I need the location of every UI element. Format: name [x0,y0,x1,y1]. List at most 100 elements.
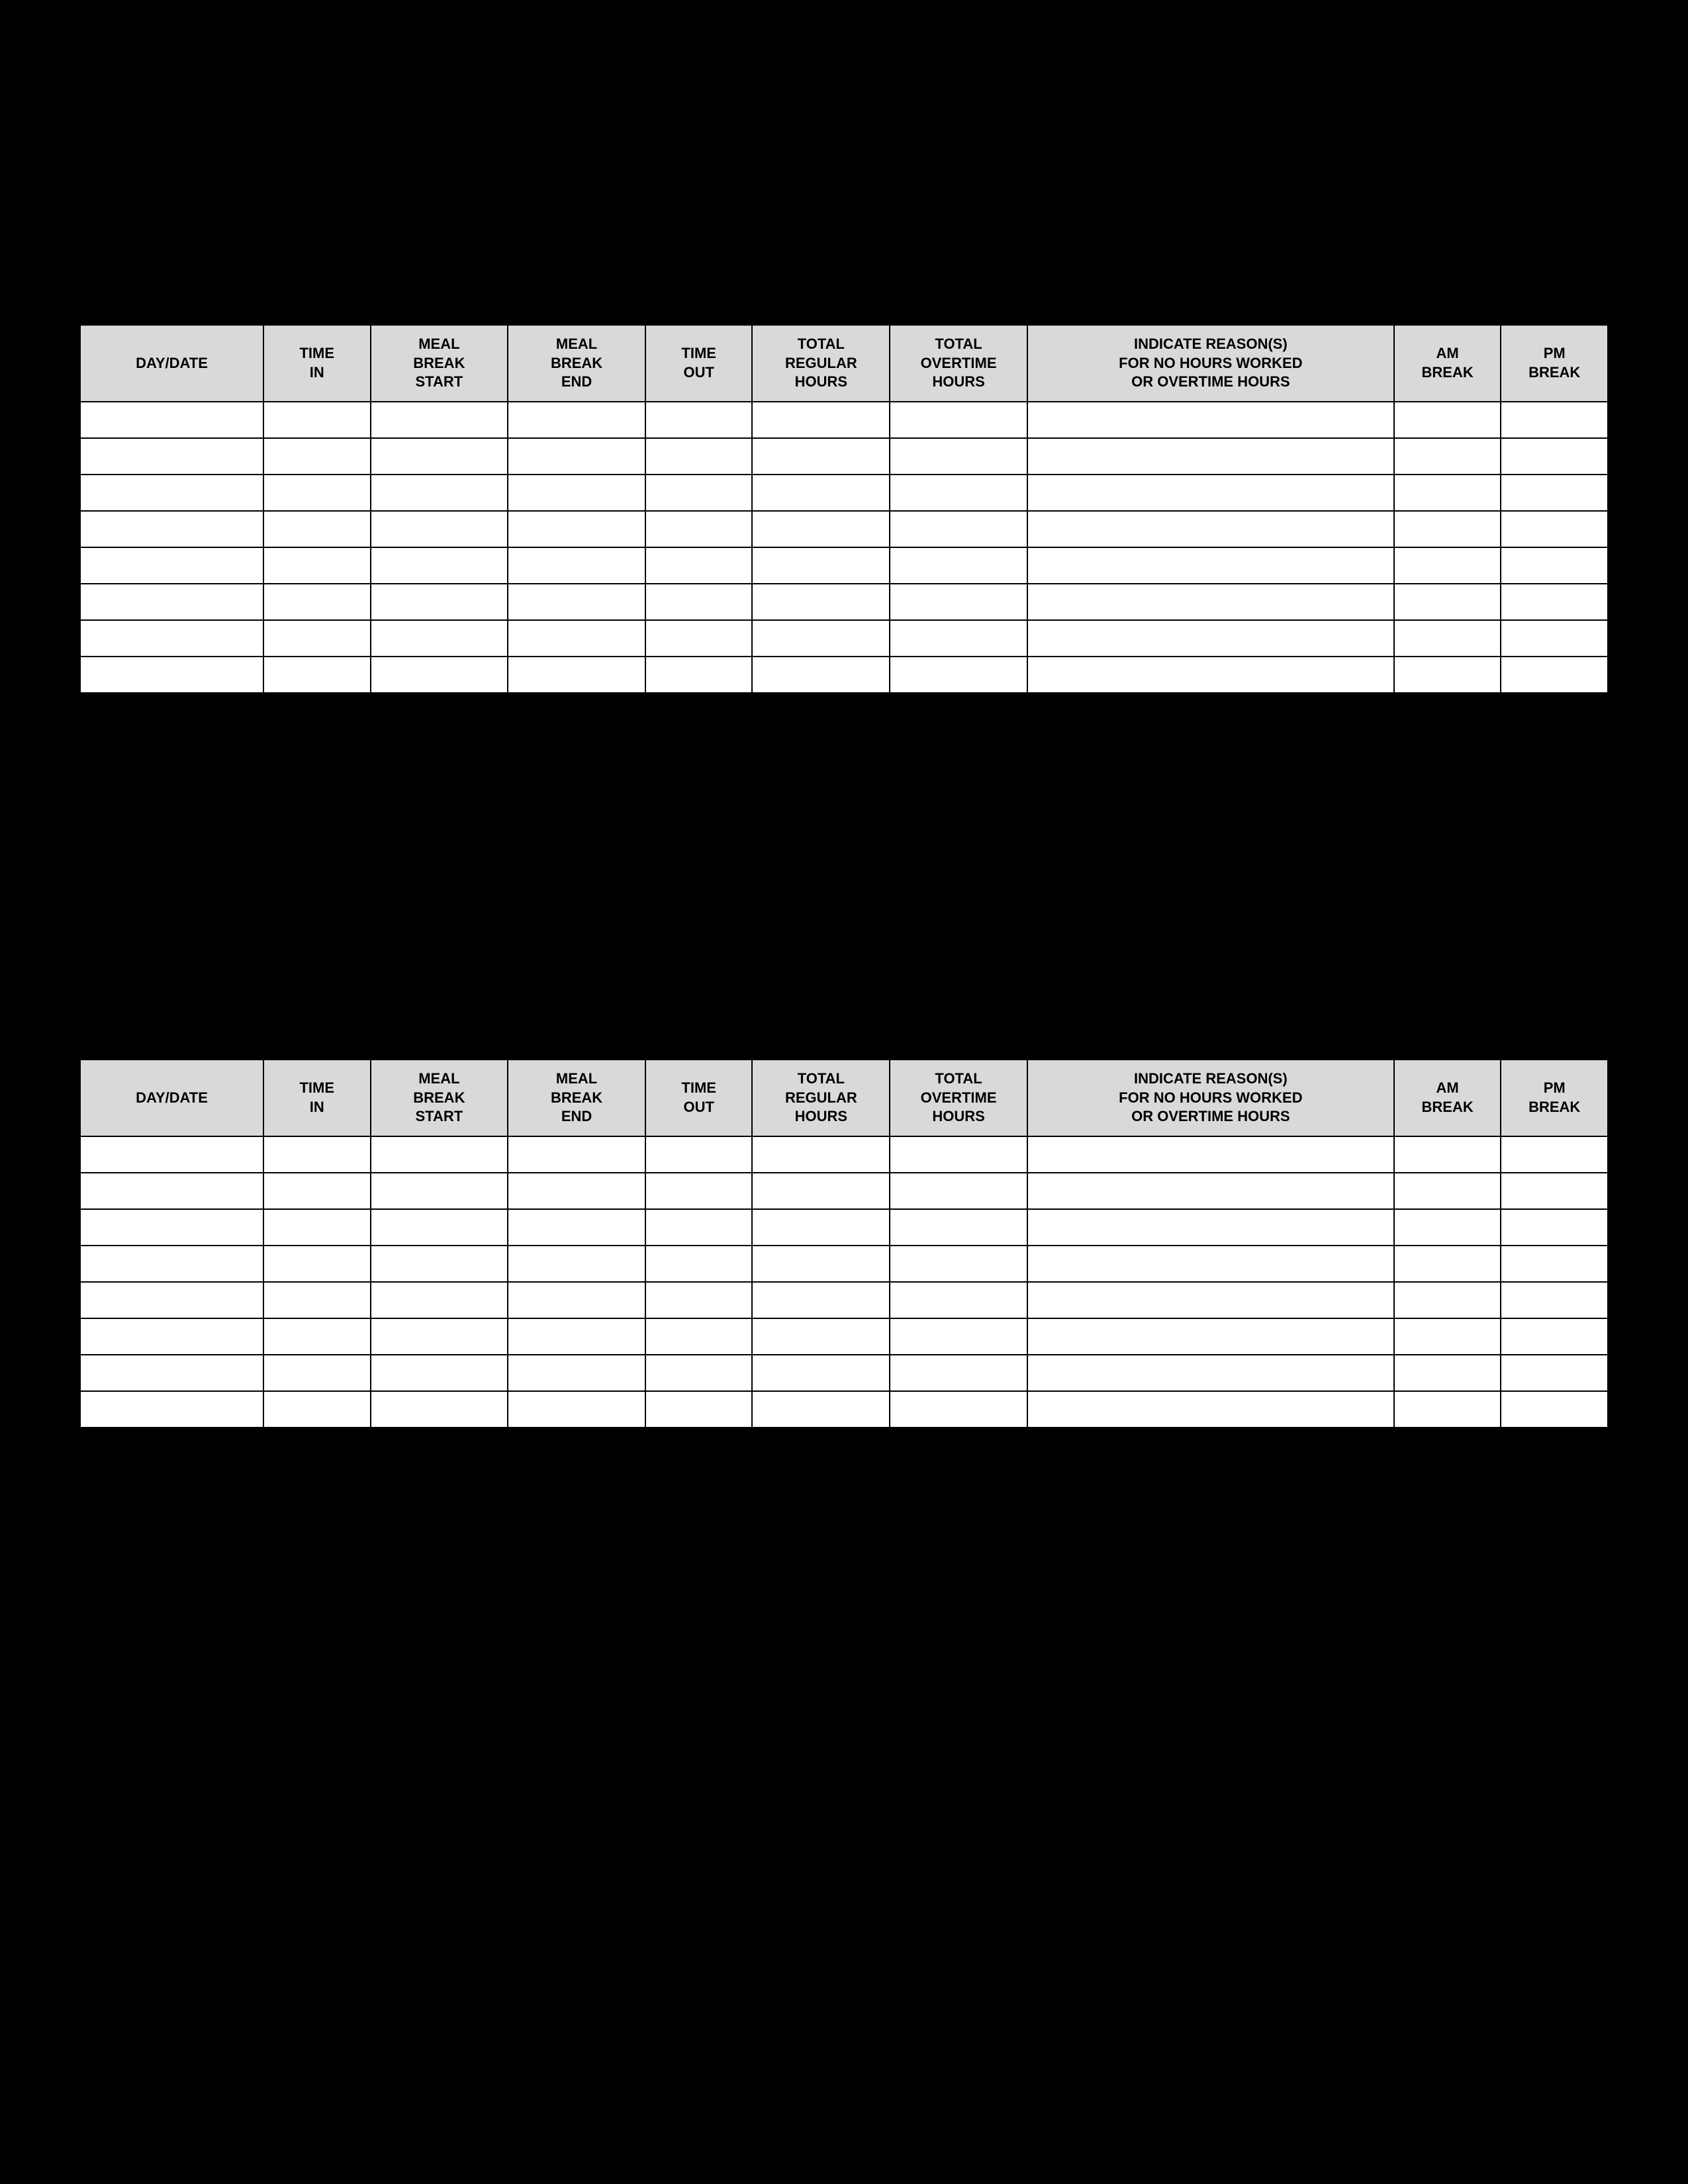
cell-pmbreak[interactable] [1501,511,1608,547]
cell-mealend[interactable] [508,1282,645,1318]
cell-pmbreak[interactable] [1501,1136,1608,1173]
cell-pmbreak[interactable] [1501,584,1608,620]
cell-ambreak[interactable] [1394,584,1501,620]
cell-reason[interactable] [1027,1391,1394,1428]
cell-reason[interactable] [1027,1282,1394,1318]
cell-mealstart[interactable] [371,402,508,438]
cell-daydate[interactable] [80,438,263,475]
cell-timeout[interactable] [645,511,753,547]
cell-ambreak[interactable] [1394,1355,1501,1391]
cell-reason[interactable] [1027,584,1394,620]
cell-daydate[interactable] [80,1318,263,1355]
cell-timeout[interactable] [645,1282,753,1318]
cell-timein[interactable] [263,511,371,547]
cell-mealstart[interactable] [371,1209,508,1246]
cell-timeout[interactable] [645,438,753,475]
cell-mealend[interactable] [508,438,645,475]
cell-mealend[interactable] [508,1318,645,1355]
cell-timeout[interactable] [645,1355,753,1391]
cell-totalot[interactable] [890,1246,1027,1282]
cell-totalot[interactable] [890,1391,1027,1428]
cell-mealend[interactable] [508,1391,645,1428]
cell-pmbreak[interactable] [1501,1355,1608,1391]
cell-totalot[interactable] [890,511,1027,547]
cell-timein[interactable] [263,1173,371,1209]
cell-timeout[interactable] [645,1173,753,1209]
cell-reason[interactable] [1027,475,1394,511]
cell-timein[interactable] [263,438,371,475]
cell-mealend[interactable] [508,620,645,657]
cell-mealend[interactable] [508,1136,645,1173]
cell-reason[interactable] [1027,1136,1394,1173]
cell-reason[interactable] [1027,1246,1394,1282]
cell-totalot[interactable] [890,547,1027,584]
cell-totalot[interactable] [890,1282,1027,1318]
cell-totalot[interactable] [890,584,1027,620]
cell-totalreg[interactable] [752,1209,890,1246]
cell-ambreak[interactable] [1394,547,1501,584]
cell-mealend[interactable] [508,402,645,438]
cell-ambreak[interactable] [1394,1318,1501,1355]
cell-daydate[interactable] [80,402,263,438]
cell-pmbreak[interactable] [1501,475,1608,511]
cell-daydate[interactable] [80,1246,263,1282]
cell-pmbreak[interactable] [1501,1282,1608,1318]
cell-timeout[interactable] [645,547,753,584]
cell-timein[interactable] [263,1391,371,1428]
cell-mealend[interactable] [508,511,645,547]
cell-totalreg[interactable] [752,657,890,693]
cell-timein[interactable] [263,402,371,438]
cell-totalreg[interactable] [752,1246,890,1282]
cell-daydate[interactable] [80,620,263,657]
cell-mealend[interactable] [508,1355,645,1391]
cell-mealend[interactable] [508,547,645,584]
cell-ambreak[interactable] [1394,438,1501,475]
cell-daydate[interactable] [80,1282,263,1318]
cell-totalreg[interactable] [752,475,890,511]
cell-mealstart[interactable] [371,438,508,475]
cell-mealstart[interactable] [371,1318,508,1355]
cell-daydate[interactable] [80,547,263,584]
cell-mealstart[interactable] [371,547,508,584]
cell-totalreg[interactable] [752,1318,890,1355]
cell-timeout[interactable] [645,584,753,620]
cell-pmbreak[interactable] [1501,620,1608,657]
cell-totalot[interactable] [890,1209,1027,1246]
cell-timeout[interactable] [645,620,753,657]
cell-daydate[interactable] [80,1355,263,1391]
cell-totalreg[interactable] [752,620,890,657]
cell-ambreak[interactable] [1394,1282,1501,1318]
cell-totalreg[interactable] [752,584,890,620]
cell-totalot[interactable] [890,475,1027,511]
cell-pmbreak[interactable] [1501,1391,1608,1428]
cell-mealstart[interactable] [371,657,508,693]
cell-ambreak[interactable] [1394,402,1501,438]
cell-pmbreak[interactable] [1501,1173,1608,1209]
cell-reason[interactable] [1027,1318,1394,1355]
cell-reason[interactable] [1027,620,1394,657]
cell-pmbreak[interactable] [1501,547,1608,584]
cell-timein[interactable] [263,547,371,584]
cell-ambreak[interactable] [1394,1173,1501,1209]
cell-reason[interactable] [1027,511,1394,547]
cell-pmbreak[interactable] [1501,1246,1608,1282]
cell-mealstart[interactable] [371,620,508,657]
cell-daydate[interactable] [80,657,263,693]
cell-totalot[interactable] [890,1136,1027,1173]
cell-timein[interactable] [263,1246,371,1282]
cell-ambreak[interactable] [1394,511,1501,547]
cell-daydate[interactable] [80,511,263,547]
cell-timein[interactable] [263,657,371,693]
cell-timein[interactable] [263,1136,371,1173]
cell-mealstart[interactable] [371,475,508,511]
cell-totalot[interactable] [890,620,1027,657]
cell-reason[interactable] [1027,1209,1394,1246]
cell-pmbreak[interactable] [1501,1209,1608,1246]
cell-mealend[interactable] [508,1246,645,1282]
cell-totalot[interactable] [890,657,1027,693]
cell-reason[interactable] [1027,547,1394,584]
cell-ambreak[interactable] [1394,1391,1501,1428]
cell-totalreg[interactable] [752,438,890,475]
cell-timeout[interactable] [645,1209,753,1246]
cell-mealstart[interactable] [371,584,508,620]
